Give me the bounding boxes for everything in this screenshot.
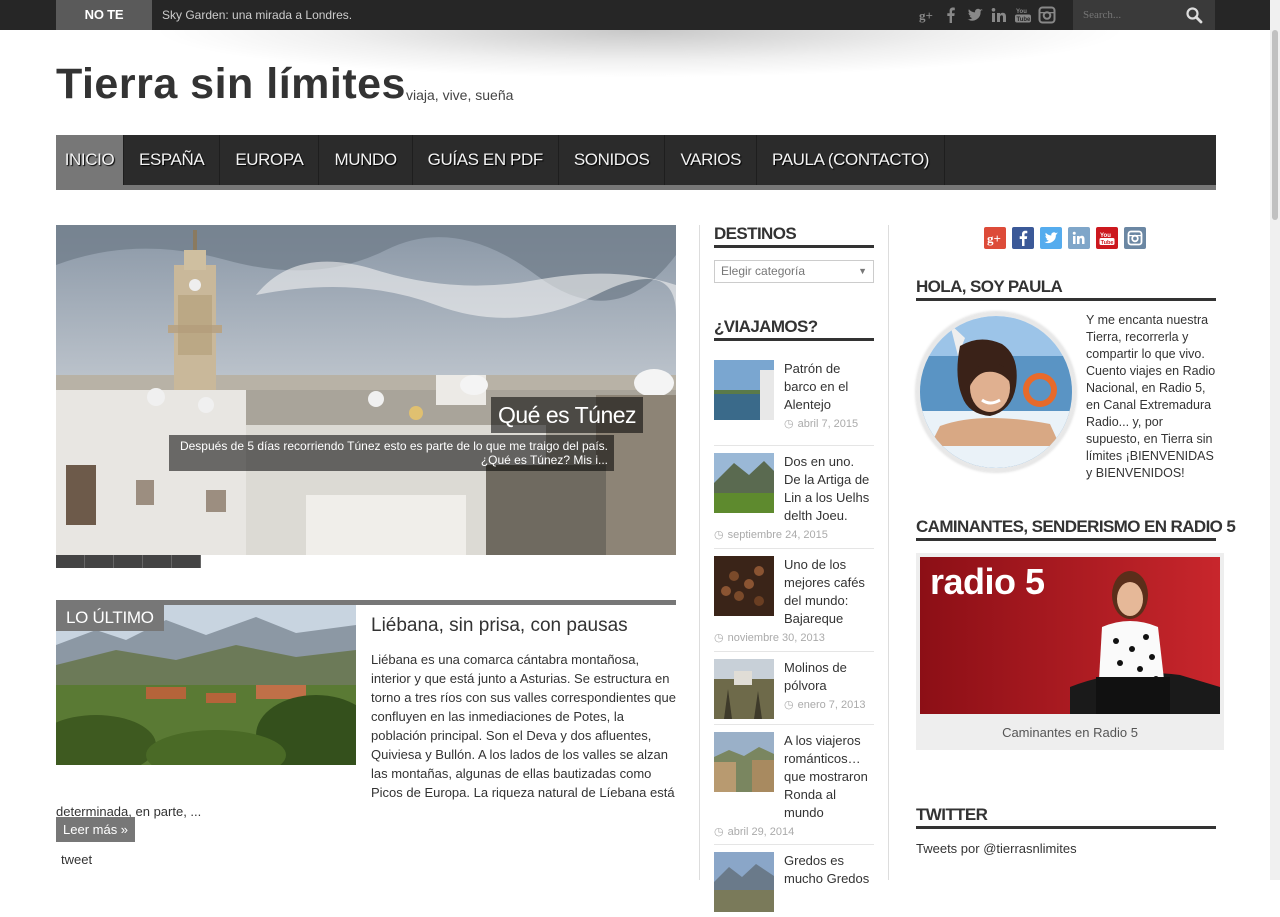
nav-item-mundo[interactable]: MUNDO (319, 135, 413, 185)
tweet-link[interactable]: tweet (61, 852, 92, 867)
post-thumbnail[interactable] (714, 556, 774, 616)
site-tagline: viaja, vive, sueña (406, 87, 514, 103)
google-plus-icon[interactable]: g+ (918, 6, 936, 24)
slider-dot[interactable] (114, 555, 143, 568)
nav-item-espana[interactable]: ESPAÑA (124, 135, 221, 185)
radio5-caption: Caminantes en Radio 5 (1002, 725, 1138, 740)
main-nav: INICIO ESPAÑA EUROPA MUNDO GUÍAS EN PDF … (56, 135, 1216, 190)
search-icon[interactable] (1185, 6, 1203, 29)
twitter-title: TWITTER (916, 805, 988, 824)
post-date: noviembre 30, 2013 (714, 630, 874, 646)
slide-excerpt: Después de 5 días recorriendo Túnez esto… (169, 435, 614, 471)
twitter-icon[interactable] (966, 6, 984, 24)
google-plus-icon[interactable]: g+ (984, 227, 1006, 249)
featured-slider-image[interactable] (56, 225, 676, 555)
facebook-icon[interactable] (942, 6, 960, 24)
post-thumbnail[interactable] (714, 360, 774, 420)
column-divider (888, 225, 889, 880)
scrollbar-thumb[interactable] (1272, 30, 1278, 220)
facebook-icon[interactable] (1012, 227, 1034, 249)
nav-item-sonidos[interactable]: SONIDOS (559, 135, 666, 185)
widget-underline (916, 538, 1216, 541)
svg-text:Tube: Tube (1101, 240, 1114, 246)
post-link[interactable]: Molinos de pólvora (784, 659, 874, 695)
lo-ultimo-label: LO ÚLTIMO (56, 605, 164, 631)
top-social-icons: g+ You Tube (918, 6, 1056, 24)
dropdown-arrow-icon: ▼ (858, 266, 867, 276)
slider-pagination (56, 555, 201, 568)
no-te-pierdas-label: NO TE PIERDAS (56, 0, 152, 52)
svg-text:Tube: Tube (1017, 17, 1032, 23)
caminantes-title: CAMINANTES, SENDERISMO EN RADIO 5 (916, 517, 1236, 536)
slider-dot[interactable] (172, 555, 201, 568)
widget-underline (916, 826, 1216, 829)
radio5-logo-text: radio 5 (930, 561, 1045, 602)
post-thumbnail[interactable] (714, 732, 774, 792)
linkedin-icon[interactable] (1068, 227, 1090, 249)
read-more-button[interactable]: Leer más » (56, 817, 136, 842)
search-box (1073, 0, 1215, 30)
viajamos-title: ¿VIAJAMOS? (714, 317, 818, 336)
sidebar-social-icons: g+ You Tube (984, 227, 1146, 249)
post-link[interactable]: A los viajeros románticos… que mostraron… (784, 732, 874, 822)
twitter-timeline-link[interactable]: Tweets por @tierrasnlimites (916, 841, 1077, 856)
list-item[interactable]: Patrón de barco en el Alentejo abril 7, … (714, 360, 874, 446)
slider-dot[interactable] (56, 555, 85, 568)
post-date: septiembre 24, 2015 (714, 527, 874, 543)
nav-item-europa[interactable]: EUROPA (220, 135, 320, 185)
youtube-icon[interactable]: You Tube (1014, 6, 1032, 24)
widget-underline (714, 338, 874, 341)
about-paula-text: Y me encanta nuestra Tierra, recorrerla … (1086, 313, 1216, 480)
slide-title[interactable]: Qué es Túnez (491, 397, 644, 433)
scrollbar[interactable] (1270, 0, 1280, 880)
post-thumbnail[interactable] (714, 852, 774, 912)
list-item[interactable]: A los viajeros románticos… que mostraron… (714, 725, 874, 845)
search-input[interactable] (1083, 7, 1183, 23)
linkedin-icon[interactable] (990, 6, 1008, 24)
twitter-icon[interactable] (1040, 227, 1062, 249)
ticker-link[interactable]: Sky Garden: una mirada a Londres. (162, 0, 352, 30)
destinos-title: DESTINOS (714, 224, 797, 243)
instagram-icon[interactable] (1038, 6, 1056, 24)
post-excerpt: Liébana es una comarca cántabra montaños… (56, 650, 676, 821)
nav-item-varios[interactable]: VARIOS (665, 135, 758, 185)
list-item[interactable]: Dos en uno. De la Artiga de Lin a los Ue… (714, 446, 874, 549)
avatar[interactable] (916, 312, 1076, 472)
svg-text:g+: g+ (919, 8, 933, 23)
category-select[interactable]: Elegir categoría ▼ (714, 260, 874, 283)
column-divider (699, 225, 700, 880)
hola-paula-title: HOLA, SOY PAULA (916, 277, 1063, 296)
post-link[interactable]: Patrón de barco en el Alentejo (784, 360, 874, 414)
site-title[interactable]: Tierra sin límites (56, 60, 406, 109)
slider-dot[interactable] (143, 555, 172, 568)
post-title[interactable]: Liébana, sin prisa, con pausas (371, 615, 628, 637)
post-date: abril 29, 2014 (714, 824, 874, 840)
list-item[interactable]: Molinos de pólvora enero 7, 2013 (714, 652, 874, 725)
nav-item-inicio[interactable]: INICIO (56, 135, 124, 185)
post-date: enero 7, 2013 (784, 697, 874, 713)
nav-item-paula-contacto[interactable]: PAULA (CONTACTO) (757, 135, 946, 185)
nav-item-guias-pdf[interactable]: GUÍAS EN PDF (413, 135, 559, 185)
post-thumbnail[interactable] (714, 659, 774, 719)
post-link[interactable]: Dos en uno. De la Artiga de Lin a los Ue… (784, 453, 874, 525)
slider-dot[interactable] (85, 555, 114, 568)
post-link[interactable]: Uno de los mejores cafés del mundo: Baja… (784, 556, 874, 628)
post-link[interactable]: Gredos es mucho Gredos (784, 852, 874, 888)
widget-underline (714, 245, 874, 248)
list-item[interactable]: Uno de los mejores cafés del mundo: Baja… (714, 549, 874, 652)
post-thumbnail[interactable] (714, 453, 774, 513)
category-select-value: Elegir categoría (721, 264, 806, 278)
list-item[interactable]: Gredos es mucho Gredos (714, 845, 874, 912)
youtube-icon[interactable]: You Tube (1096, 227, 1118, 249)
instagram-icon[interactable] (1124, 227, 1146, 249)
post-date: abril 7, 2015 (784, 416, 874, 432)
svg-text:g+: g+ (987, 231, 1001, 246)
svg-text:You: You (1016, 9, 1027, 15)
recent-posts-list: Patrón de barco en el Alentejo abril 7, … (714, 360, 874, 912)
widget-underline (916, 298, 1216, 301)
